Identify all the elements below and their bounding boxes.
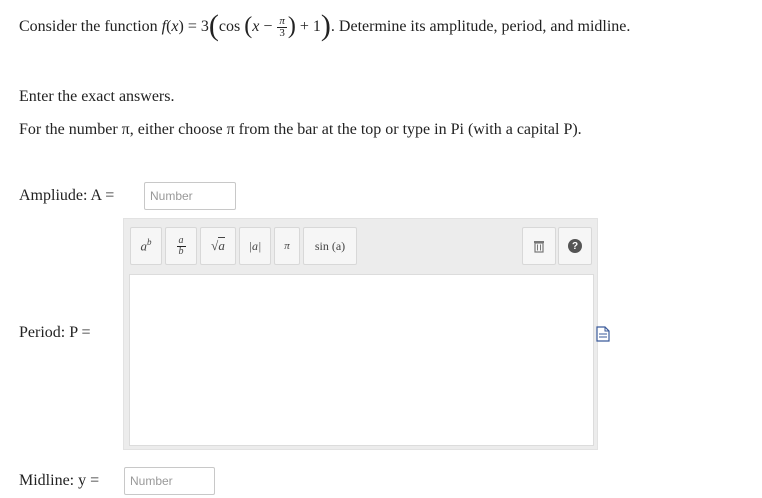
midline-input[interactable] <box>124 467 215 495</box>
coef: 3 <box>200 18 209 36</box>
fraction-icon: ab <box>176 234 186 257</box>
var-x: x <box>171 18 179 36</box>
pi-icon: π <box>284 240 290 252</box>
plus-one: + 1 <box>299 18 321 36</box>
sqrt-button[interactable]: √a <box>200 227 236 265</box>
left-paren: ( <box>208 8 219 42</box>
right-paren-inner: ) <box>287 12 296 39</box>
minus: − <box>263 18 273 36</box>
instruction-exact: Enter the exact answers. <box>19 88 175 105</box>
help-icon: ? <box>568 239 582 253</box>
superscript-button[interactable]: ab <box>130 227 162 265</box>
amplitude-input[interactable] <box>144 182 236 210</box>
trash-icon <box>534 241 544 253</box>
pi-over-3: π3 <box>277 16 287 39</box>
amplitude-label: Ampliude: A = <box>19 187 115 204</box>
question-text: Consider the function f(x) = 3(cos (x − … <box>19 8 631 42</box>
cos-text: cos <box>218 18 241 36</box>
question-prefix: Consider the function <box>19 18 158 36</box>
equation-edit-area[interactable] <box>129 274 594 446</box>
period-label: Period: P = <box>19 324 91 341</box>
abs-value-button[interactable]: |a| <box>239 227 271 265</box>
left-paren-inner: ( <box>244 12 253 39</box>
var-x-2: x <box>252 18 260 36</box>
right-paren: ) <box>320 8 331 42</box>
question-suffix: . Determine its amplitude, period, and m… <box>330 18 631 36</box>
fraction-button[interactable]: ab <box>165 227 197 265</box>
frac-den: 3 <box>279 27 285 39</box>
document-icon[interactable] <box>596 326 610 342</box>
function-name: f <box>161 18 167 36</box>
instruction-pi: For the number π, either choose π from t… <box>19 121 582 138</box>
sin-button[interactable]: sin (a) <box>303 227 357 265</box>
pi-button[interactable]: π <box>274 227 300 265</box>
equation-editor: ab ab √a |a| π sin (a) ? <box>123 218 598 450</box>
superscript-icon: ab <box>140 237 152 254</box>
midline-label: Midline: y = <box>19 472 100 489</box>
sin-icon: sin (a) <box>314 238 346 253</box>
sqrt-icon: √a <box>211 237 225 253</box>
abs-value-icon: |a| <box>248 238 262 253</box>
trash-button[interactable] <box>522 227 556 265</box>
help-button[interactable]: ? <box>558 227 592 265</box>
